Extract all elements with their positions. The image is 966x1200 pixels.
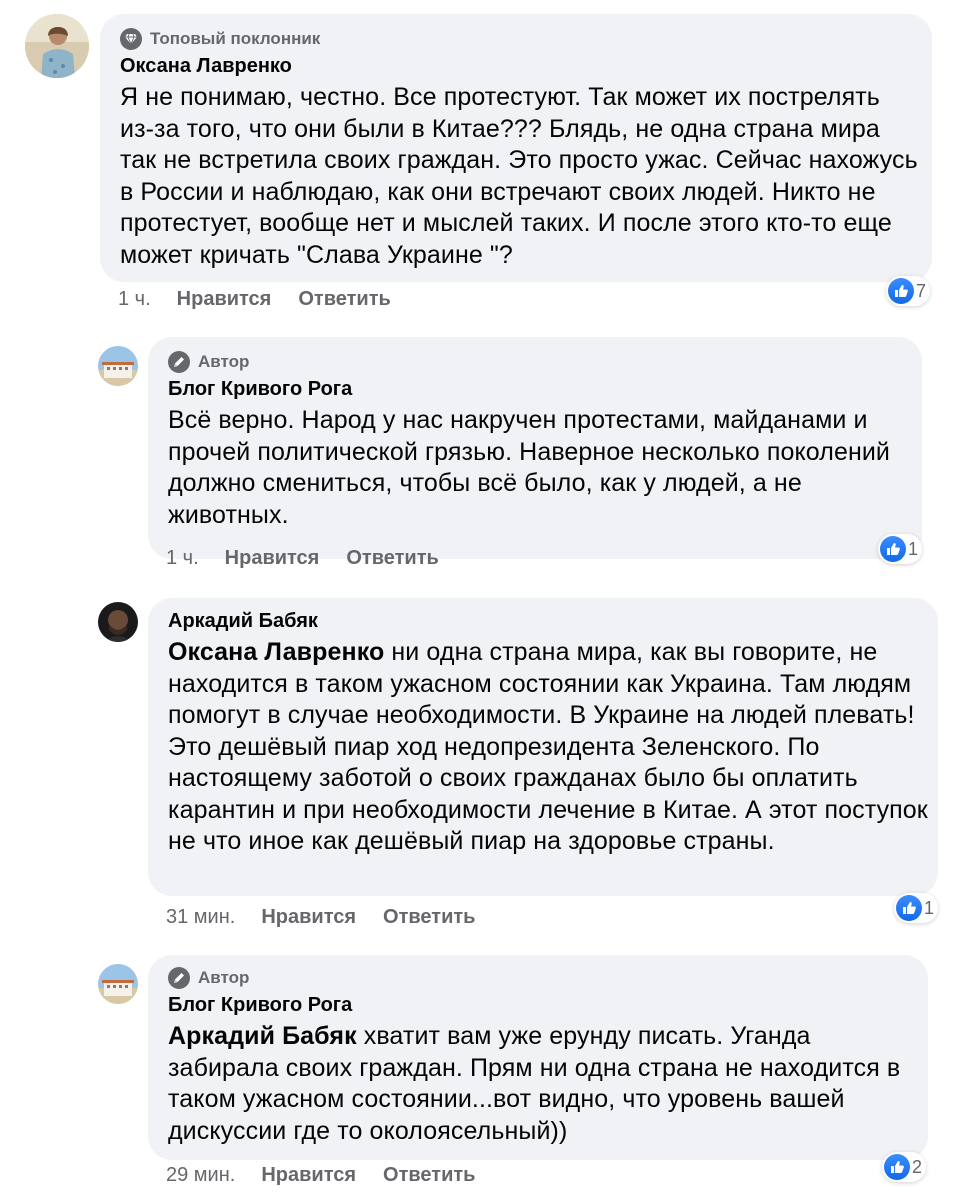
comment-bubble: Топовый поклонник Оксана Лавренко Я не п…	[100, 14, 932, 282]
reply-button[interactable]: Ответить	[346, 547, 438, 570]
diamond-icon	[120, 28, 142, 50]
badge-label: Автор	[198, 352, 250, 371]
reply-button[interactable]: Ответить	[383, 1164, 475, 1187]
comment-timestamp[interactable]: 1 ч.	[166, 547, 199, 570]
comment-body: Я не понимаю, честно. Все протестуют. Та…	[120, 83, 918, 269]
mention-link[interactable]: Оксана Лавренко	[168, 638, 384, 666]
reaction-count-label: 7	[916, 280, 927, 301]
reply-button[interactable]: Ответить	[298, 288, 390, 311]
thumbs-up-icon	[884, 1154, 910, 1180]
comment-author[interactable]: Блог Кривого Рога	[168, 994, 908, 1017]
comment-reply: Автор Блог Кривого Рога Аркадий Бабяк хв…	[0, 940, 966, 1200]
badge-label: Топовый поклонник	[150, 29, 321, 48]
pen-icon	[168, 967, 190, 989]
reaction-count[interactable]: 2	[882, 1152, 927, 1182]
comment-text: Всё верно. Народ у нас накручен протеста…	[168, 405, 908, 531]
pen-icon	[168, 351, 190, 373]
comment-text: Оксана Лавренко ни одна страна мира, как…	[168, 637, 928, 858]
reaction-count-label: 1	[924, 897, 935, 918]
comment-actions: 31 мин. Нравится Ответить	[166, 904, 475, 930]
comment-timestamp[interactable]: 31 мин.	[166, 906, 235, 929]
reaction-count[interactable]: 1	[878, 534, 923, 564]
author-badge: Автор	[168, 967, 908, 989]
reply-button[interactable]: Ответить	[383, 906, 475, 929]
comment-actions: 1 ч. Нравится Ответить	[118, 286, 391, 312]
comment-bubble: Аркадий Бабяк Оксана Лавренко ни одна ст…	[148, 598, 938, 896]
avatar[interactable]	[25, 14, 89, 78]
comment: Топовый поклонник Оксана Лавренко Я не п…	[0, 0, 966, 320]
comment-bubble: Автор Блог Кривого Рога Всё верно. Народ…	[148, 337, 922, 559]
top-fan-badge: Топовый поклонник	[120, 28, 912, 50]
badge-label: Автор	[198, 968, 250, 987]
like-button[interactable]: Нравится	[261, 1164, 356, 1187]
avatar[interactable]	[98, 346, 138, 386]
thumbs-up-icon	[880, 536, 906, 562]
comment-reply: Аркадий Бабяк Оксана Лавренко ни одна ст…	[0, 580, 966, 940]
comment-text: Я не понимаю, честно. Все протестуют. Та…	[120, 82, 920, 271]
comment-reply: Автор Блог Кривого Рога Всё верно. Народ…	[0, 320, 966, 580]
reaction-count-label: 2	[912, 1156, 923, 1177]
comment-author[interactable]: Блог Кривого Рога	[168, 378, 902, 401]
comment-timestamp[interactable]: 1 ч.	[118, 288, 151, 311]
thumbs-up-icon	[896, 895, 922, 921]
thumbs-up-icon	[888, 278, 914, 304]
like-button[interactable]: Нравится	[261, 906, 356, 929]
comment-actions: 1 ч. Нравится Ответить	[166, 545, 439, 571]
comment-body: ни одна страна мира, как вы говорите, не…	[168, 638, 928, 855]
avatar[interactable]	[98, 964, 138, 1004]
author-badge: Автор	[168, 351, 902, 373]
avatar[interactable]	[98, 602, 138, 642]
reaction-count[interactable]: 7	[886, 276, 931, 306]
comment-timestamp[interactable]: 29 мин.	[166, 1164, 235, 1187]
comment-author[interactable]: Аркадий Бабяк	[168, 610, 918, 633]
comment-text: Аркадий Бабяк хватит вам уже ерунду писа…	[168, 1021, 918, 1147]
like-button[interactable]: Нравится	[225, 547, 320, 570]
comment-body: Всё верно. Народ у нас накручен протеста…	[168, 406, 890, 529]
like-button[interactable]: Нравится	[177, 288, 272, 311]
comment-actions: 29 мин. Нравится Ответить	[166, 1162, 475, 1188]
comment-author[interactable]: Оксана Лавренко	[120, 55, 912, 78]
comment-bubble: Автор Блог Кривого Рога Аркадий Бабяк хв…	[148, 955, 928, 1160]
reaction-count[interactable]: 1	[894, 893, 939, 923]
reaction-count-label: 1	[908, 538, 919, 559]
mention-link[interactable]: Аркадий Бабяк	[168, 1022, 357, 1050]
